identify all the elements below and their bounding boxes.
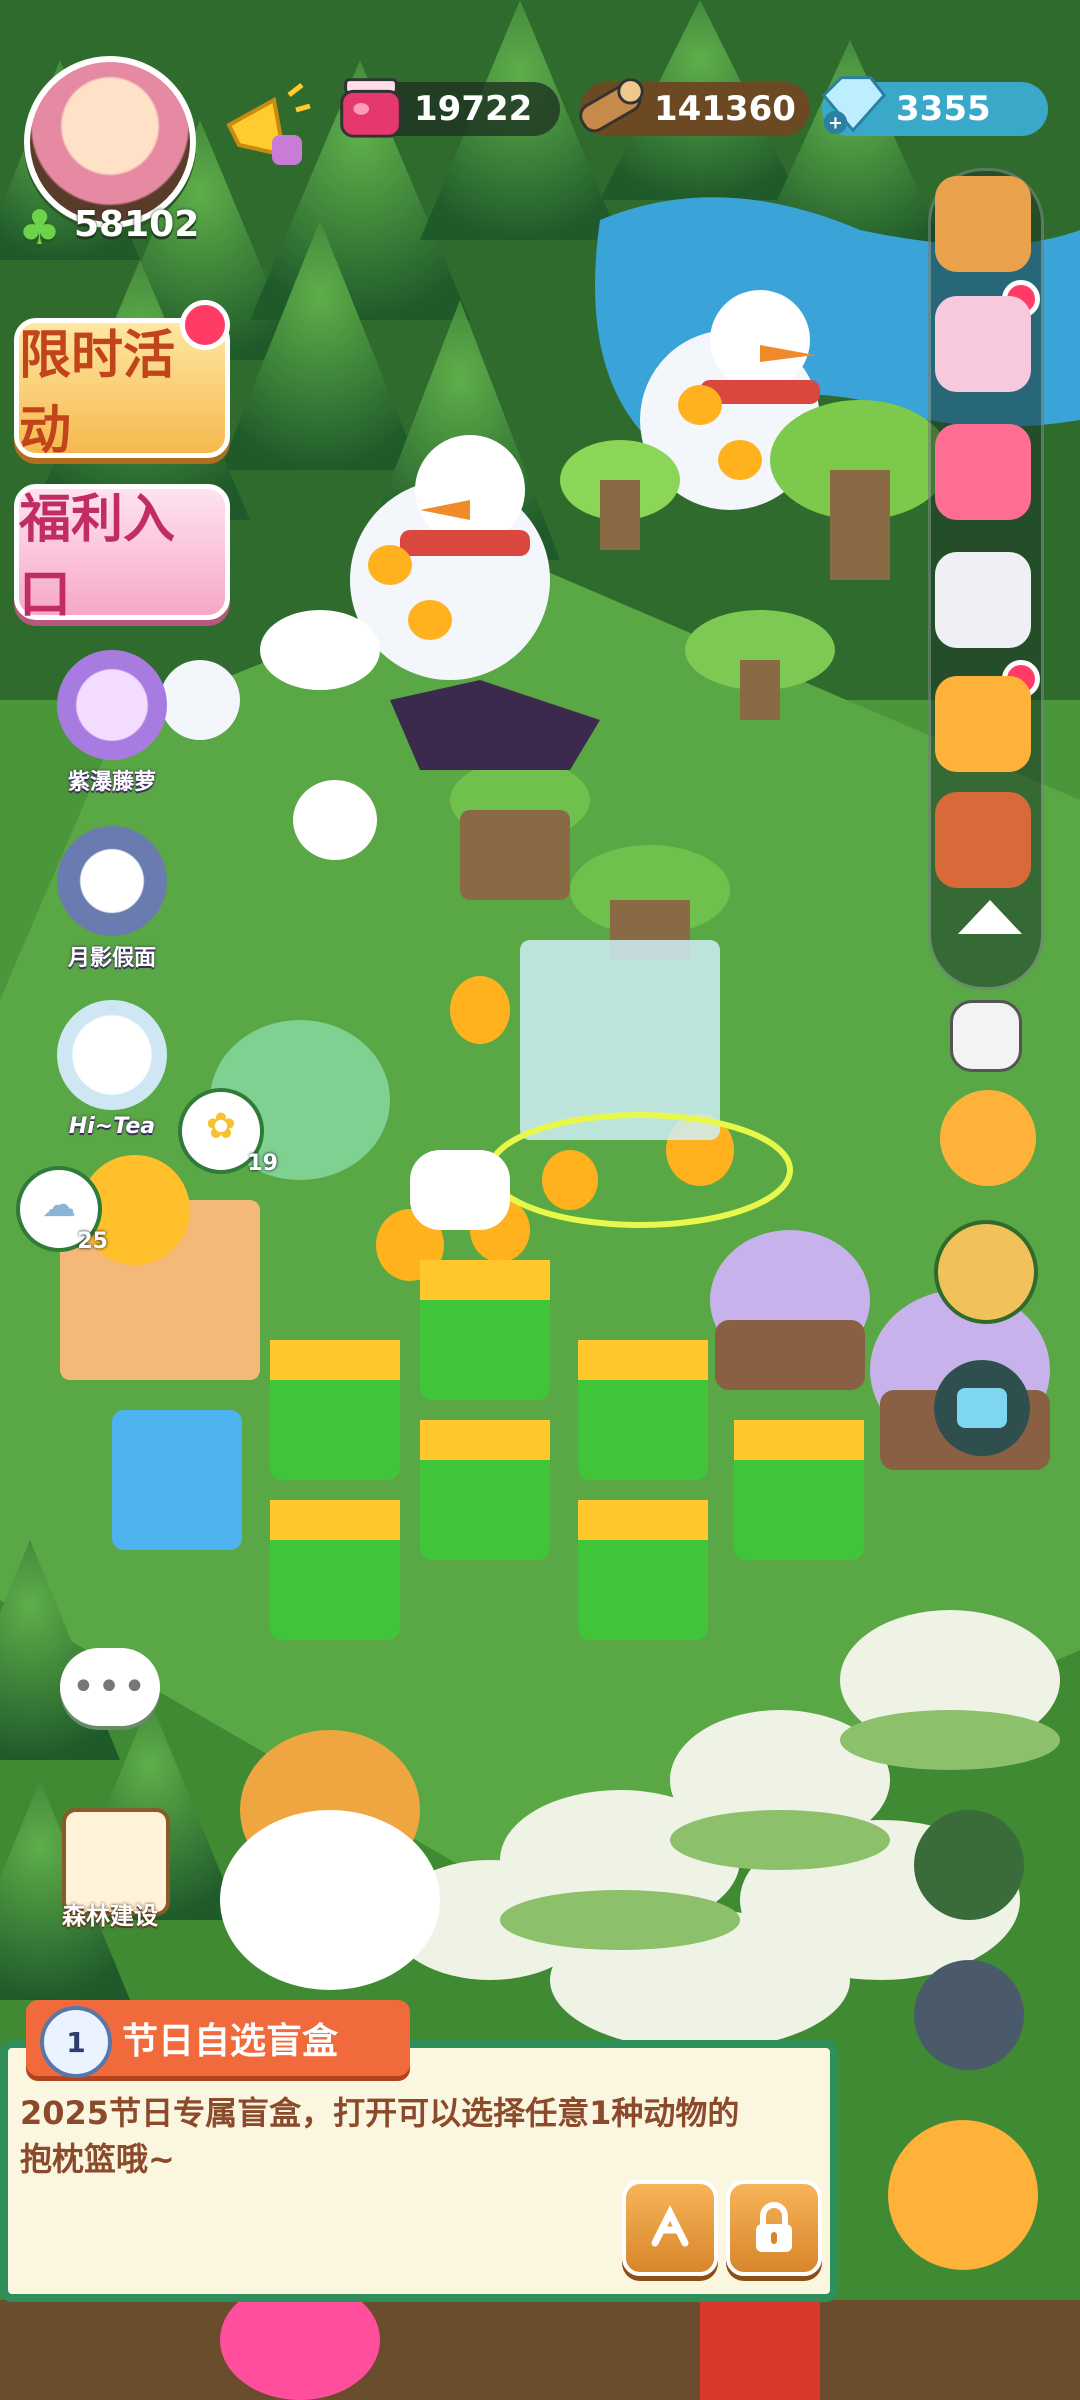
character-label: Hi~Tea <box>68 1114 156 1139</box>
cards-icon[interactable] <box>935 424 1031 520</box>
cloud-badge-count: 25 <box>77 1229 108 1254</box>
character-zipu-tengluo[interactable]: 紫瀑藤萝 <box>42 650 182 796</box>
phone-chick-icon[interactable] <box>940 1090 1036 1186</box>
gem-value: 3355 <box>896 89 991 129</box>
lock-button[interactable] <box>726 2180 822 2276</box>
flower-badge-count: 19 <box>247 1151 278 1176</box>
shop-stall-icon[interactable] <box>935 176 1031 272</box>
golden-pot-icon[interactable] <box>934 1220 1038 1324</box>
tv-screen <box>957 1388 1007 1428</box>
chat-bubble-button[interactable]: ••• <box>60 1648 160 1726</box>
jam-counter[interactable]: 19722 <box>340 78 560 138</box>
remote-icon[interactable] <box>935 552 1031 648</box>
character-portrait <box>57 826 167 936</box>
pets-icon[interactable] <box>935 296 1031 392</box>
tv-icon[interactable] <box>934 1360 1030 1456</box>
wood-counter[interactable]: 141360 <box>579 78 810 136</box>
chick-icon[interactable] <box>935 676 1031 772</box>
character-moon-mask[interactable]: 月影假面 <box>42 826 182 972</box>
collapse-arrow-icon[interactable] <box>958 900 1022 934</box>
notes-icon[interactable] <box>914 1960 1024 2070</box>
clover-score: 58102 <box>74 204 200 245</box>
forest-build-button[interactable]: 森林建设 <box>40 1896 180 1931</box>
flower-map-badge[interactable]: ✿ 19 <box>178 1088 278 1176</box>
clover-icon: ♣ <box>18 200 62 256</box>
move-icon <box>651 2205 689 2247</box>
character-portrait <box>57 650 167 760</box>
diamond-icon: + <box>821 76 887 135</box>
blind-box-description: 2025节日专属盲盒，打开可以选择任意1种动物的抱枕篮哦~ <box>20 2094 740 2178</box>
teapot-icon <box>57 1000 167 1110</box>
character-label: 紫瀑藤萝 <box>67 770 156 795</box>
camera-icon[interactable] <box>950 1000 1022 1072</box>
hearts-icon[interactable] <box>914 1810 1024 1920</box>
jam-jar-icon <box>340 78 402 138</box>
megaphone-icon[interactable] <box>214 80 314 180</box>
svg-text:+: + <box>828 113 843 133</box>
character-hi-tea[interactable]: Hi~Tea <box>42 1000 182 1139</box>
move-button[interactable] <box>622 2180 718 2276</box>
winged-chick-icon[interactable] <box>888 2120 1038 2270</box>
welfare-entry-button[interactable]: 福利入口 <box>14 484 230 625</box>
cloud-map-badge[interactable]: ☁ 25 <box>16 1166 108 1254</box>
gem-counter[interactable]: + 3355 <box>821 76 1048 136</box>
character-label: 月影假面 <box>67 946 156 971</box>
jam-value: 19722 <box>414 89 533 129</box>
wood-value: 141360 <box>654 89 796 129</box>
book-icon[interactable] <box>935 792 1031 888</box>
blind-box-level: 1 <box>40 2006 112 2078</box>
lock-icon <box>756 2202 792 2252</box>
event-notification-dot <box>180 300 230 350</box>
wood-log-icon <box>579 78 644 133</box>
